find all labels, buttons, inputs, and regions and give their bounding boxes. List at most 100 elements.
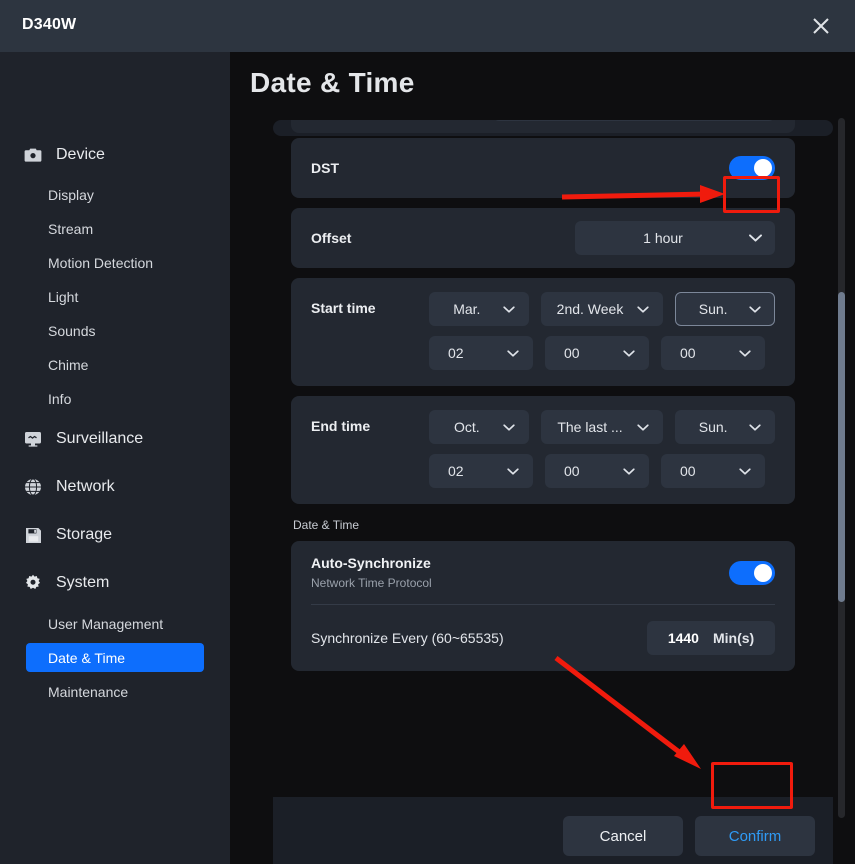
auto-synchronize-toggle[interactable] (729, 560, 775, 585)
chevron-down-icon (502, 349, 524, 357)
sidebar-item-label: System (56, 574, 110, 591)
end-month-select[interactable]: Oct. (429, 410, 529, 444)
end-time-date-row: Oct. The last ... Sun. (429, 410, 775, 444)
end-time-label: End time (311, 418, 371, 434)
start-time-clock-row: 02 00 00 (429, 336, 775, 370)
chevron-down-icon (744, 234, 766, 242)
settings-card: Time Zone (GMT-05:00) Pacific Time (US &… (273, 120, 833, 671)
scrollbar-thumb[interactable] (838, 292, 845, 602)
dialog-footer: Cancel Confirm (273, 797, 833, 864)
sidebar-item-chime[interactable]: Chime (26, 350, 204, 379)
auto-synchronize-subtitle: Network Time Protocol (311, 576, 432, 590)
chevron-down-icon (618, 349, 640, 357)
sidebar-item-surveillance[interactable]: Surveillance (0, 422, 230, 456)
end-minute-select[interactable]: 00 (545, 454, 649, 488)
cancel-button[interactable]: Cancel (563, 816, 683, 856)
close-button[interactable] (805, 10, 837, 42)
end-day-value: Sun. (698, 419, 728, 435)
sidebar-item-label: Light (48, 288, 79, 305)
dst-toggle[interactable] (729, 156, 775, 180)
start-week-value: 2nd. Week (556, 301, 624, 317)
toggle-knob (754, 563, 772, 582)
end-time-block: End time Oct. The last ... Sun. 02 00 00 (291, 396, 795, 504)
start-day-select[interactable]: Sun. (675, 292, 775, 326)
chevron-down-icon (618, 467, 640, 475)
start-day-value: Sun. (698, 301, 728, 317)
start-second-value: 00 (680, 345, 696, 361)
date-time-section-heading: Date & Time (293, 518, 360, 532)
chevron-down-icon (498, 305, 520, 313)
toggle-knob (754, 159, 772, 177)
sidebar-item-light[interactable]: Light (26, 282, 204, 311)
sidebar-item-system[interactable]: System (0, 566, 230, 600)
sidebar-item-info[interactable]: Info (26, 384, 204, 413)
app-window: D340W Device Display Stream Motion Detec… (0, 0, 855, 864)
end-day-select[interactable]: Sun. (675, 410, 775, 444)
auto-synchronize-card: Auto-Synchronize Network Time Protocol S… (291, 541, 795, 671)
dst-row: DST (291, 138, 795, 198)
time-zone-row: Time Zone (GMT-05:00) Pacific Time (US &… (291, 120, 795, 133)
sidebar-item-display[interactable]: Display (26, 180, 204, 209)
sidebar-item-date-time[interactable]: Date & Time (26, 643, 204, 672)
settings-scroll-area: Time Zone (GMT-05:00) Pacific Time (US &… (273, 120, 855, 815)
globe-icon (22, 476, 44, 498)
sidebar-item-label: User Management (48, 615, 164, 632)
synchronize-every-label: Synchronize Every (60~65535) (311, 630, 504, 646)
offset-value: 1 hour (643, 230, 683, 246)
main-content: Date & Time Time Zone (GMT-05:00) Pacifi… (230, 52, 855, 864)
end-week-value: The last ... (557, 419, 623, 435)
start-week-select[interactable]: 2nd. Week (540, 292, 664, 326)
sidebar-item-label: Device (56, 146, 105, 163)
start-minute-select[interactable]: 00 (545, 336, 649, 370)
sidebar-item-device[interactable]: Device (0, 138, 230, 172)
sidebar-item-storage[interactable]: Storage (0, 518, 230, 552)
sidebar-item-label: Info (48, 390, 72, 407)
end-time-clock-row: 02 00 00 (429, 454, 775, 488)
camera-icon (22, 144, 44, 166)
window-title: D340W (22, 16, 77, 33)
end-hour-select[interactable]: 02 (429, 454, 533, 488)
close-icon (813, 18, 829, 34)
sidebar-item-user-management[interactable]: User Management (26, 609, 204, 638)
start-time-block: Start time Mar. 2nd. Week Sun. 02 00 00 (291, 278, 795, 386)
dst-label: DST (311, 160, 339, 176)
sidebar-item-label: Network (56, 478, 115, 495)
end-week-select[interactable]: The last ... (540, 410, 664, 444)
sidebar-item-label: Surveillance (56, 430, 144, 447)
start-month-select[interactable]: Mar. (429, 292, 529, 326)
sidebar-item-network[interactable]: Network (0, 470, 230, 504)
start-hour-select[interactable]: 02 (429, 336, 533, 370)
chevron-down-icon (498, 423, 520, 431)
sidebar-group-system: System User Management Date & Time Maint… (0, 566, 230, 706)
synchronize-every-input[interactable]: 1440 Min(s) (647, 621, 775, 655)
settings-sections: DST Offset 1 hour Start time Mar. 2nd. W… (291, 138, 795, 671)
end-minute-value: 00 (564, 463, 580, 479)
offset-select[interactable]: 1 hour (575, 221, 775, 255)
sidebar-group-network: Network (0, 470, 230, 504)
sidebar-item-motion-detection[interactable]: Motion Detection (26, 248, 204, 277)
sidebar-item-label: Chime (48, 356, 89, 373)
chevron-down-icon (502, 467, 524, 475)
synchronize-every-unit: Min(s) (712, 630, 755, 646)
sidebar-item-maintenance[interactable]: Maintenance (26, 677, 204, 706)
auto-synchronize-title: Auto-Synchronize (311, 555, 431, 571)
start-second-select[interactable]: 00 (661, 336, 765, 370)
sidebar-item-label: Maintenance (48, 683, 129, 700)
auto-synchronize-row: Auto-Synchronize Network Time Protocol (291, 541, 795, 604)
sidebar: Device Display Stream Motion Detection L… (0, 52, 230, 864)
sidebar-item-label: Display (48, 186, 94, 203)
offset-label: Offset (311, 230, 352, 246)
sidebar-item-label: Motion Detection (48, 254, 154, 271)
sidebar-item-label: Stream (48, 220, 94, 237)
sidebar-group-surveillance: Surveillance (0, 422, 230, 456)
end-second-select[interactable]: 00 (661, 454, 765, 488)
start-hour-value: 02 (448, 345, 464, 361)
chevron-down-icon (744, 305, 766, 313)
chevron-down-icon (734, 349, 756, 357)
start-time-date-row: Mar. 2nd. Week Sun. (429, 292, 775, 326)
time-zone-select[interactable]: (GMT-05:00) Pacific Time (US & Can... (493, 120, 775, 121)
sidebar-item-sounds[interactable]: Sounds (26, 316, 204, 345)
confirm-button[interactable]: Confirm (695, 816, 815, 856)
page-title: Date & Time (250, 67, 415, 98)
sidebar-item-stream[interactable]: Stream (26, 214, 204, 243)
